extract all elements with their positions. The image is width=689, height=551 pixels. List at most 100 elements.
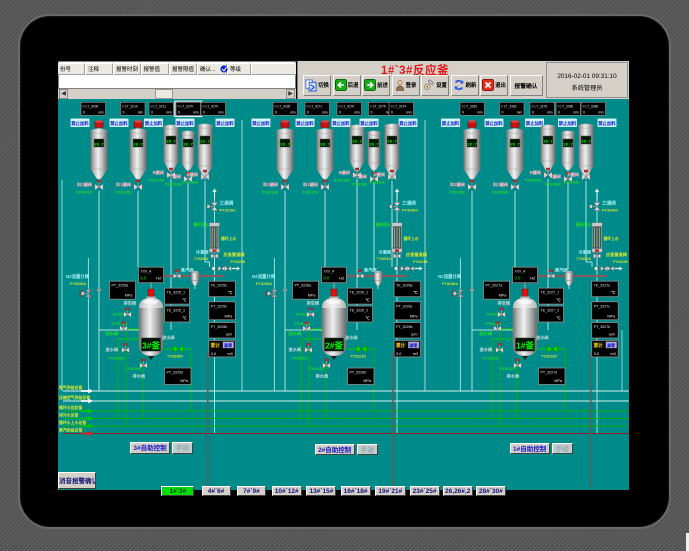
svg-text:XV3217E: XV3217E xyxy=(302,191,319,195)
svg-text:28.7: 28.7 xyxy=(320,143,330,147)
svg-text:N2流量计阀: N2流量计阀 xyxy=(252,273,276,280)
svg-text:0: 0 xyxy=(203,110,205,114)
svg-text:料2罐阀: 料2罐阀 xyxy=(77,181,92,188)
svg-text:m3: m3 xyxy=(610,352,615,356)
svg-text:三通阀: 三通阀 xyxy=(602,200,616,207)
svg-text:LT_3279: LT_3279 xyxy=(535,104,548,108)
svg-text:PT_3227a: PT_3227a xyxy=(486,284,503,288)
svg-text:PY3220B: PY3220B xyxy=(231,260,246,264)
svg-text:XXX_A: XXX_A xyxy=(141,270,153,274)
svg-text:℃: ℃ xyxy=(365,299,370,303)
svg-text:LT_3211: LT_3211 xyxy=(154,104,167,108)
svg-text:0: 0 xyxy=(502,110,504,114)
svg-text:LT_3281: LT_3281 xyxy=(465,104,478,108)
svg-text:XV3288E: XV3288E xyxy=(492,191,509,195)
svg-text:XV3221E: XV3221E xyxy=(165,183,182,187)
svg-text:冷凝阀: 冷凝阀 xyxy=(578,249,591,256)
svg-text:料1罐阀: 料1罐阀 xyxy=(493,181,508,188)
svg-text:禁止加料: 禁止加料 xyxy=(331,120,350,127)
svg-text:PT_3225a: PT_3225a xyxy=(112,284,129,288)
svg-text:N2流量计阀: N2流量计阀 xyxy=(66,273,90,280)
svg-text:HZ: HZ xyxy=(156,276,162,281)
svg-text:进水阀: 进水阀 xyxy=(345,334,358,341)
svg-text:进水阀: 进水阀 xyxy=(480,346,493,353)
svg-text:XXX_A: XXX_A xyxy=(515,270,527,274)
svg-text:mm: mm xyxy=(547,110,553,114)
svg-text:回水阀: 回水阀 xyxy=(480,330,493,337)
svg-text:排空阀: 排空阀 xyxy=(307,300,320,307)
svg-text:料2罐阀: 料2罐阀 xyxy=(450,181,465,188)
svg-text:循环回水: 循环回水 xyxy=(575,222,591,227)
svg-text:mm: mm xyxy=(166,110,172,114)
svg-text:0.0: 0.0 xyxy=(515,276,521,281)
svg-text:℃: ℃ xyxy=(556,299,561,303)
svg-text:蒸汽供给总管: 蒸汽供给总管 xyxy=(59,428,82,433)
svg-text:排空阀: 排空阀 xyxy=(498,300,511,307)
svg-text:TE_3226_2: TE_3226_2 xyxy=(350,309,369,313)
svg-text:三通阀: 三通阀 xyxy=(220,200,234,207)
svg-text:应急管道阀: 应急管道阀 xyxy=(406,251,427,258)
svg-text:排水阀: 排水阀 xyxy=(507,373,520,380)
svg-text:mm: mm xyxy=(138,110,144,114)
svg-text:TY3220A: TY3220A xyxy=(194,257,209,261)
svg-text:℃: ℃ xyxy=(556,317,561,321)
svg-text:0.0: 0.0 xyxy=(396,352,401,356)
svg-text:PT_3226c: PT_3226c xyxy=(396,304,413,308)
svg-text:PT_3225c: PT_3225c xyxy=(211,304,228,308)
svg-text:MPa: MPa xyxy=(410,314,419,318)
svg-text:TE_3226e: TE_3226e xyxy=(396,284,413,288)
svg-text:排污水总管: 排污水总管 xyxy=(59,413,79,418)
svg-text:PT_3027b: PT_3027b xyxy=(594,325,611,329)
svg-text:LT_3270: LT_3270 xyxy=(206,104,219,108)
svg-text:HZ: HZ xyxy=(339,276,345,281)
svg-text:LT_3276: LT_3276 xyxy=(342,104,355,108)
svg-text:XV3218E: XV3218E xyxy=(334,179,351,183)
svg-text:料1罐阀: 料1罐阀 xyxy=(303,181,318,188)
svg-text:D罐阀: D罐阀 xyxy=(187,171,198,178)
svg-text:0.0: 0.0 xyxy=(141,276,147,281)
svg-text:料1罐阀: 料1罐阀 xyxy=(116,181,131,188)
svg-text:TE_3227_1: TE_3227_1 xyxy=(541,291,560,295)
svg-text:PT_3227d: PT_3227d xyxy=(541,371,558,375)
svg-text:HZ: HZ xyxy=(530,276,536,281)
svg-text:累计: 累计 xyxy=(211,342,220,349)
svg-text:冷凝阀: 冷凝阀 xyxy=(196,249,209,256)
svg-text:0: 0 xyxy=(339,110,341,114)
svg-text:FY3220D: FY3220D xyxy=(109,357,125,361)
svg-text:LT_3275: LT_3275 xyxy=(373,104,386,108)
svg-text:mm: mm xyxy=(406,110,412,114)
svg-text:禁止加料: 禁止加料 xyxy=(398,120,417,127)
svg-text:MPa: MPa xyxy=(363,379,372,383)
svg-text:MPa: MPa xyxy=(224,314,233,318)
svg-text:0: 0 xyxy=(371,110,373,114)
svg-text:0: 0 xyxy=(123,110,125,114)
svg-text:rpm: rpm xyxy=(609,333,616,337)
svg-text:禁止加料: 禁止加料 xyxy=(558,120,577,127)
svg-text:禁止加料: 禁止加料 xyxy=(109,120,128,127)
svg-text:TY3222C: TY3222C xyxy=(500,367,516,371)
svg-text:循环水回总管: 循环水回总管 xyxy=(58,405,82,410)
svg-text:TY3222D: TY3222D xyxy=(541,355,557,359)
svg-text:0: 0 xyxy=(275,110,277,114)
svg-text:28.7: 28.7 xyxy=(467,143,477,147)
svg-text:料2罐阀: 料2罐阀 xyxy=(263,181,278,188)
svg-text:禁止加料: 禁止加料 xyxy=(215,120,234,127)
svg-text:MPa: MPa xyxy=(125,294,134,298)
svg-text:28.7: 28.7 xyxy=(581,140,591,144)
svg-text:XV3231E: XV3231E xyxy=(182,181,199,185)
svg-text:N2流量计阀: N2流量计阀 xyxy=(438,273,462,280)
svg-text:XXX_A: XXX_A xyxy=(324,270,336,274)
svg-text:TE_3227_2: TE_3227_2 xyxy=(541,309,560,313)
svg-text:三通阀: 三通阀 xyxy=(402,200,416,207)
svg-text:℃: ℃ xyxy=(182,299,187,303)
svg-text:PT_3026b: PT_3026b xyxy=(396,325,413,329)
svg-text:D罐阀: D罐阀 xyxy=(374,171,385,178)
svg-text:TE_3227e: TE_3227e xyxy=(594,284,611,288)
svg-text:0: 0 xyxy=(391,110,393,114)
svg-text:XV3220E: XV3220E xyxy=(369,181,386,185)
svg-text:C罐阀: C罐阀 xyxy=(170,173,181,180)
svg-text:应急管道阀: 应急管道阀 xyxy=(224,251,245,258)
svg-text:D罐阀: D罐阀 xyxy=(568,171,579,178)
svg-text:氮气供给总管: 氮气供给总管 xyxy=(59,385,82,390)
svg-text:0: 0 xyxy=(532,110,534,114)
